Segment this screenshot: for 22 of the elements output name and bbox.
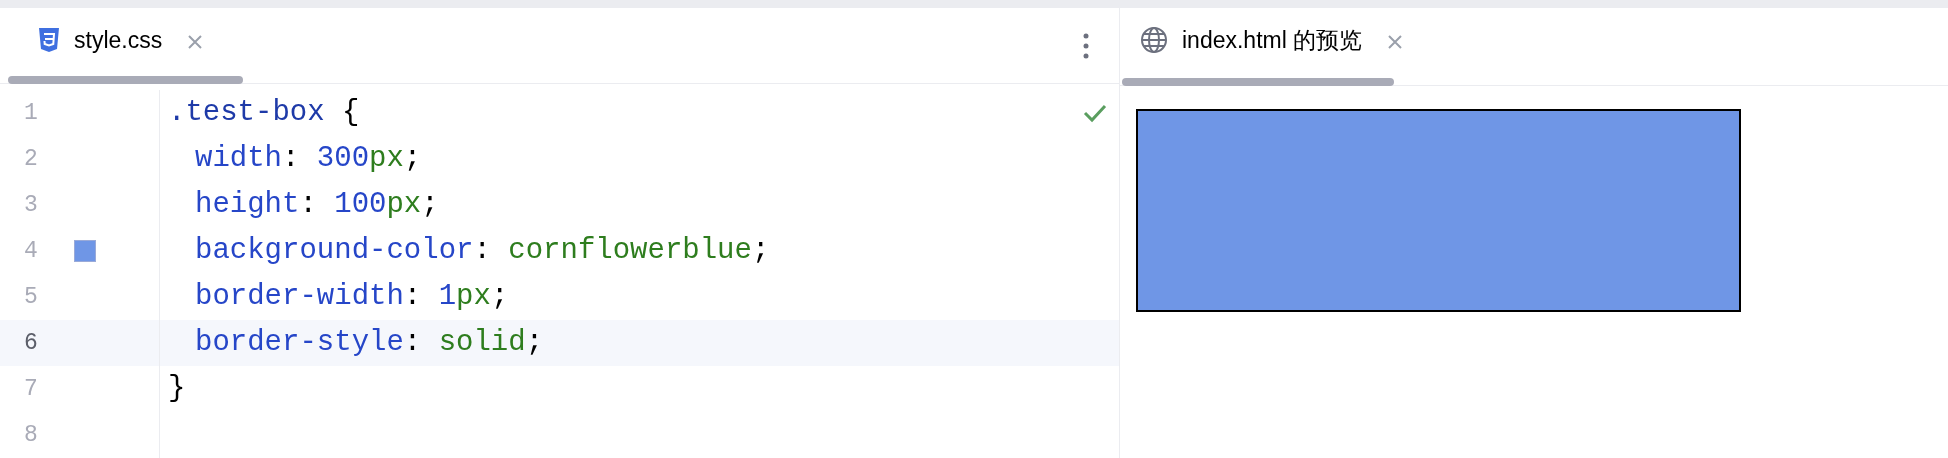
line-number: 8 [23, 420, 39, 450]
code-line: } [168, 371, 186, 408]
css-file-icon [38, 27, 60, 53]
line-number: 7 [23, 374, 39, 404]
globe-icon [1140, 26, 1168, 54]
code-line: .test-box { [168, 95, 360, 132]
code-line: background-color: cornflowerblue; [195, 233, 770, 270]
editor-tab[interactable]: index.html 的预览 [1120, 8, 1405, 72]
code-line: height: 100px; [195, 187, 439, 224]
code-line: border-width: 1px; [195, 279, 509, 316]
more-icon[interactable] [1083, 32, 1089, 59]
editor-tab[interactable]: style.css [0, 8, 205, 72]
line-number: 1 [23, 98, 39, 128]
code-line: border-style: solid; [195, 325, 544, 362]
line-number: 2 [23, 144, 39, 174]
code-line: width: 300px; [195, 141, 422, 178]
scrollbar-thumb[interactable] [1122, 78, 1394, 86]
line-number: 5 [23, 282, 39, 312]
line-number: 4 [23, 236, 39, 266]
line-number: 3 [23, 190, 39, 220]
scrollbar-thumb[interactable] [8, 76, 243, 84]
line-number: 6 [23, 328, 39, 358]
